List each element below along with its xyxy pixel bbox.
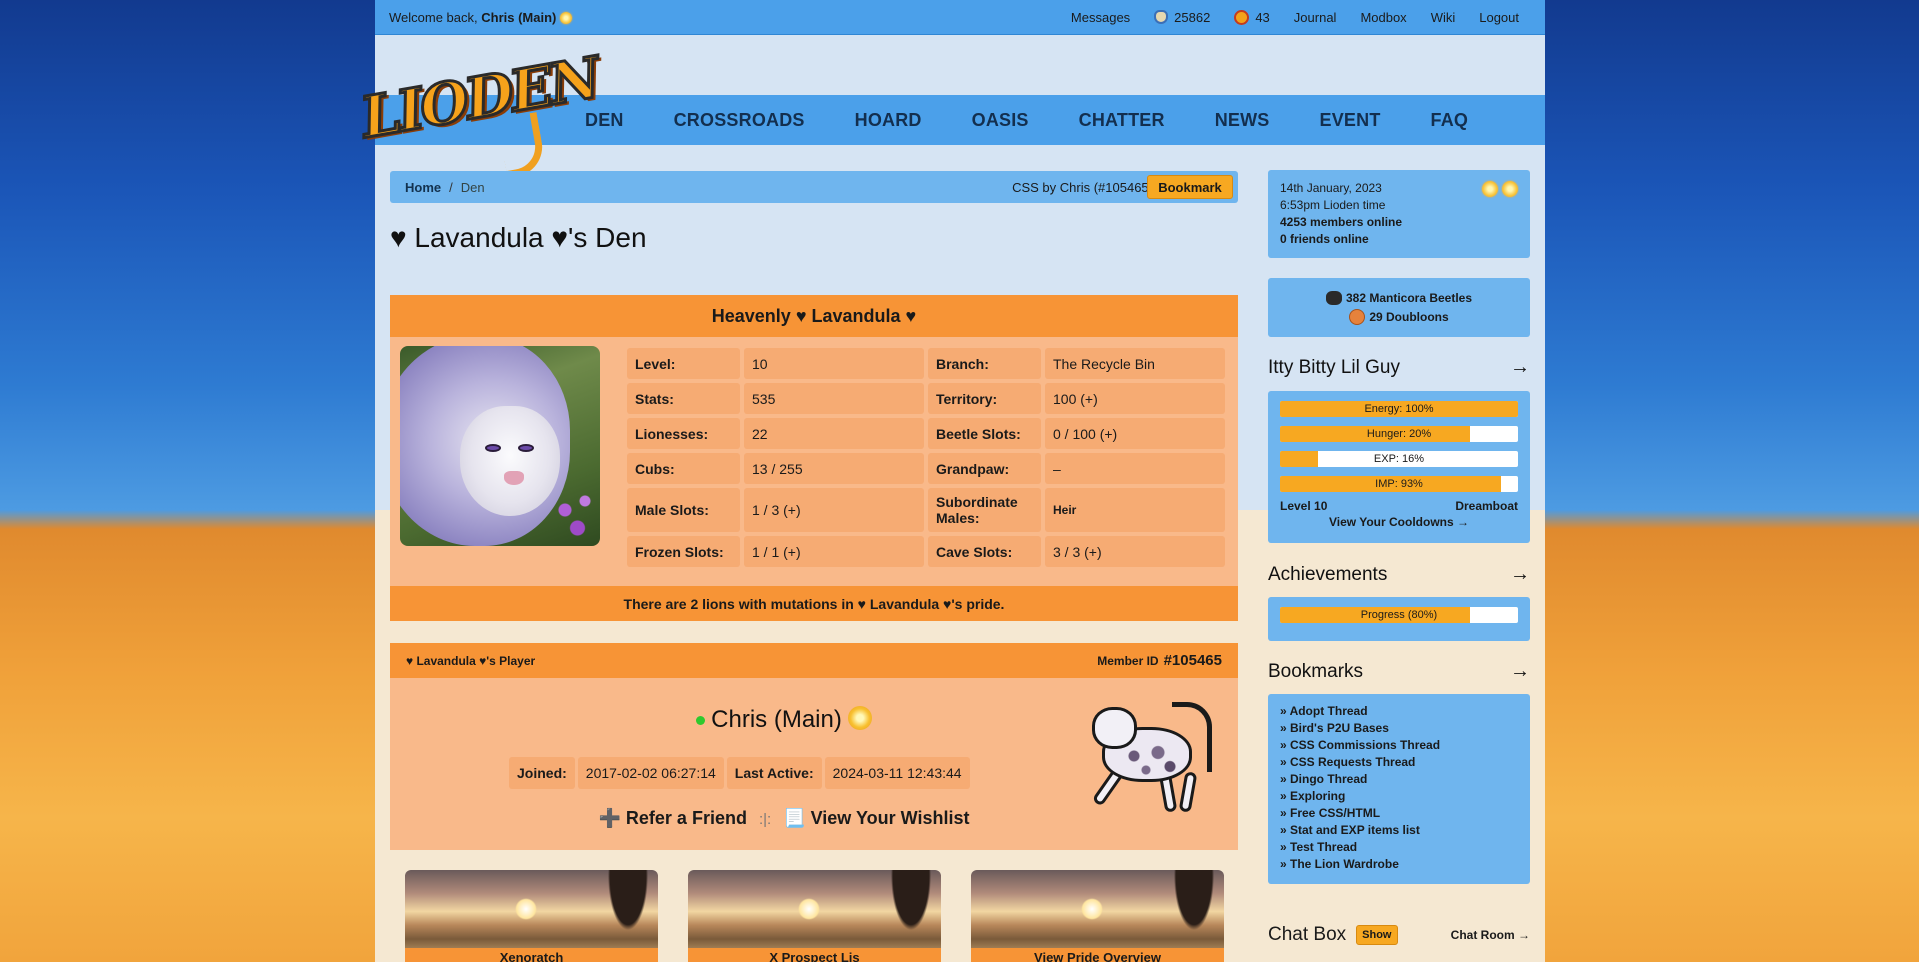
logout-link[interactable]: Logout [1467,10,1531,25]
cub-sprite [1082,697,1222,827]
css-credit: CSS by Chris (#105465) [1012,179,1153,195]
nav-news[interactable]: NEWS [1190,110,1295,131]
lion-branch: Dreamboat [1455,499,1518,513]
player-name: Chris (Main) [360,706,1208,734]
currency-box: 382 Manticora Beetles 29 Doubloons [1268,278,1530,337]
top-bar: Welcome back, Chris (Main) Messages 2586… [375,0,1545,35]
card-prospect-list[interactable]: X Prospect Lis [688,870,941,962]
member-id: #105465 [1163,652,1222,669]
chat-show-button[interactable]: Show [1356,925,1398,945]
bookmark-link[interactable]: » Adopt Thread [1280,703,1518,720]
nav-event[interactable]: EVENT [1295,110,1406,131]
arrow-right-icon[interactable]: → [1510,356,1530,379]
sun-icon [1482,181,1498,197]
time-box: 14th January, 2023 6:53pm Lioden time 42… [1268,170,1530,258]
exp-bar: EXP: 16% [1280,451,1518,467]
bookmark-link[interactable]: » CSS Requests Thread [1280,754,1518,771]
page-title: ♥ Lavandula ♥'s Den [390,222,647,253]
arrow-right-icon[interactable]: → [1510,660,1530,683]
lion-portrait[interactable] [400,346,600,546]
bookmark-link[interactable]: » Exploring [1280,788,1518,805]
main-nav: DEN CROSSROADS HOARD OASIS CHATTER NEWS … [560,95,1493,145]
doubloon-icon [1349,308,1366,325]
members-online[interactable]: 4253 members online [1280,214,1518,231]
wiki-link[interactable]: Wiki [1419,10,1468,25]
friends-online[interactable]: 0 friends online [1280,231,1518,248]
bookmarks-title[interactable]: Bookmarks → [1268,660,1530,683]
journal-link[interactable]: Journal [1282,10,1349,25]
beetle-icon [1154,10,1169,24]
sun-icon [560,12,573,25]
nav-oasis[interactable]: OASIS [947,110,1054,131]
username[interactable]: Chris (Main) [481,10,556,25]
mutations-notice: There are 2 lions with mutations in ♥ La… [390,586,1238,621]
ladybug-count[interactable]: 43 [1222,9,1281,25]
bookmark-link[interactable]: » CSS Commissions Thread [1280,737,1518,754]
bookmark-link[interactable]: » Test Thread [1280,839,1518,856]
chat-box-header: Chat Box Show Chat Room → [1268,924,1530,946]
nav-hoard[interactable]: HOARD [830,110,947,131]
nav-den[interactable]: DEN [560,110,649,131]
bookmark-link[interactable]: » Bird's P2U Bases [1280,720,1518,737]
joined-date: 2017-02-02 06:27:14 [577,757,724,789]
manticora-beetle-icon [1325,290,1342,305]
ladybug-icon [1234,9,1250,25]
breadcrumb: Home / Den CSS by Chris (#105465) [390,171,1238,203]
online-dot-icon [696,716,706,726]
beetles-count[interactable]: 25862 [1142,10,1222,25]
wishlist-link[interactable]: 📃 View Your Wishlist [783,808,969,828]
chat-room-link[interactable]: Chat Room → [1451,928,1530,942]
game-time: 6:53pm Lioden time [1280,198,1386,212]
breadcrumb-home[interactable]: Home [405,180,441,195]
nav-faq[interactable]: FAQ [1406,110,1494,131]
sun-icon [1502,181,1518,197]
bookmark-link[interactable]: » Stat and EXP items list [1280,822,1518,839]
bookmarks-box: » Adopt Thread » Bird's P2U Bases » CSS … [1268,694,1530,884]
refer-friend-link[interactable]: ➕ Refer a Friend [599,808,747,828]
modbox-link[interactable]: Modbox [1348,10,1418,25]
bookmark-button[interactable]: Bookmark [1147,175,1233,199]
cooldowns-link[interactable]: View Your Cooldowns → [1280,515,1518,529]
player-dates: Joined: 2017-02-02 06:27:14 Last Active: 2… [509,757,970,789]
last-active-date: 2024-03-11 12:43:44 [824,757,970,789]
card-xenoratch[interactable]: Xenoratch [405,870,658,962]
arrow-right-icon[interactable]: → [1510,563,1530,586]
sun-icon [847,706,872,730]
bookmark-link[interactable]: » Free CSS/HTML [1280,805,1518,822]
messages-link[interactable]: Messages [1059,10,1142,25]
player-header-title: ♥ Lavandula ♥'s Player [406,653,536,668]
player-header: ♥ Lavandula ♥'s Player Member ID #105465 [390,643,1238,678]
lioden-logo[interactable]: LIODEN [352,43,604,179]
lion-name-header: Heavenly ♥ Lavandula ♥ [390,295,1238,337]
nav-crossroads[interactable]: CROSSROADS [649,110,830,131]
bookmark-link[interactable]: » The Lion Wardrobe [1280,856,1518,873]
nav-chatter[interactable]: CHATTER [1054,110,1190,131]
player-links: ➕ Refer a Friend:|: 📃 View Your Wishlist [598,808,970,828]
lion-section-title[interactable]: Itty Bitty Lil Guy → [1268,356,1530,379]
card-pride-overview[interactable]: View Pride Overview [971,870,1224,962]
den-cards: Xenoratch X Prospect Lis View Pride Over… [405,870,1224,962]
hunger-bar: Hunger: 20% [1280,426,1518,442]
chat-box-title: Chat Box [1268,924,1347,945]
lion-status-box: Energy: 100% Hunger: 20% EXP: 16% IMP: 9… [1268,391,1530,543]
imp-bar: IMP: 93% [1280,476,1518,492]
welcome-text: Welcome back, Chris (Main) [389,10,573,25]
achievement-progress-bar: Progress (80%) [1280,607,1518,623]
lion-stats-grid: Level: 10 Branch: The Recycle Bin Stats: 535… [627,348,1225,567]
breadcrumb-current: Den [460,179,485,195]
lion-level: Level 10 [1280,499,1328,513]
achievements-box: Progress (80%) [1268,597,1530,641]
achievements-title[interactable]: Achievements → [1268,563,1530,586]
bookmark-link[interactable]: » Dingo Thread [1280,771,1518,788]
energy-bar: Energy: 100% [1280,401,1518,417]
